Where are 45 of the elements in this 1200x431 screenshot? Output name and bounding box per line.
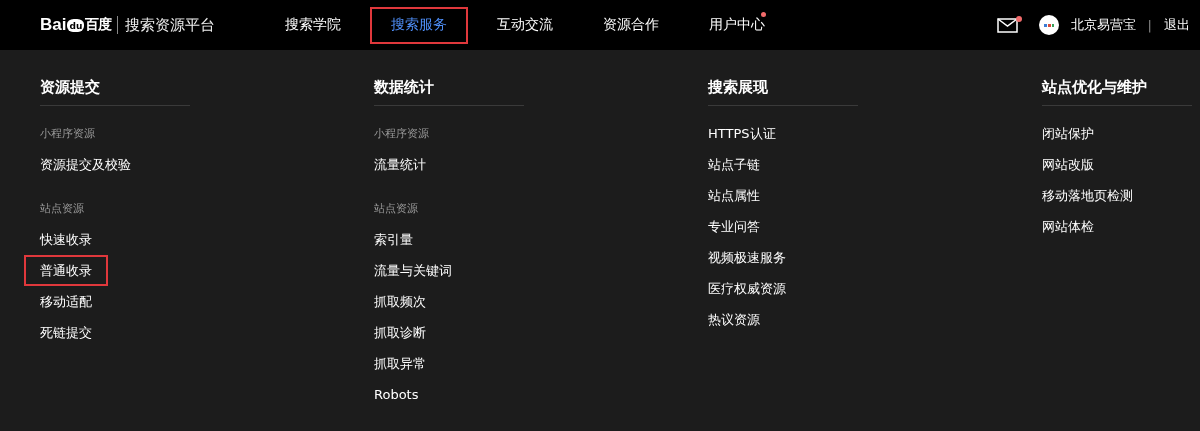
nav-tab[interactable]: 搜索服务: [370, 6, 468, 44]
group-label: 站点资源: [40, 201, 84, 217]
paw-logo: du: [67, 18, 85, 32]
menu-link[interactable]: 快速收录: [40, 224, 92, 255]
menu-link[interactable]: 抓取频次: [374, 286, 426, 317]
separator: |: [1147, 17, 1152, 33]
group-label: 小程序资源: [40, 126, 95, 142]
column-title: 站点优化与维护: [1042, 78, 1192, 106]
logo-text: Bai: [40, 15, 67, 35]
column-title: 数据统计: [374, 78, 524, 106]
avatar-icon[interactable]: [1038, 15, 1059, 35]
menu-link[interactable]: 网站体检: [1042, 211, 1094, 242]
menu-link[interactable]: 视频极速服务: [708, 242, 786, 273]
menu-link[interactable]: 流量统计: [374, 149, 426, 180]
column-title: 资源提交: [40, 78, 190, 106]
column-title: 搜索展现: [708, 78, 858, 106]
group-label: 小程序资源: [374, 126, 429, 142]
logo-text: 百度: [85, 16, 112, 34]
nav-tab[interactable]: 互动交流: [476, 6, 574, 44]
platform-name: 搜索资源平台: [125, 15, 216, 35]
mail-icon[interactable]: [996, 16, 1023, 34]
group-label: 站点资源: [374, 201, 418, 217]
nav-tab[interactable]: 用户中心: [688, 6, 786, 44]
logout-link[interactable]: 退出: [1164, 16, 1190, 34]
menu-link[interactable]: 移动落地页检测: [1042, 180, 1133, 211]
menu-link[interactable]: 闭站保护: [1042, 118, 1094, 149]
menu-link[interactable]: 热议资源: [708, 304, 760, 335]
menu-link[interactable]: 站点子链: [708, 149, 760, 180]
menu-link[interactable]: HTTPS认证: [708, 118, 776, 149]
menu-link[interactable]: 移动适配: [40, 286, 92, 317]
menu-link[interactable]: 流量与关键词: [374, 255, 452, 286]
menu-link[interactable]: 普通收录: [26, 257, 106, 284]
menu-link[interactable]: 抓取异常: [374, 348, 426, 379]
user-name[interactable]: 北京易营宝: [1070, 16, 1136, 34]
menu-link[interactable]: 医疗权威资源: [708, 273, 786, 304]
menu-link[interactable]: 资源提交及校验: [40, 149, 131, 180]
menu-link[interactable]: 网站改版: [1042, 149, 1094, 180]
nav-tab[interactable]: 资源合作: [582, 6, 680, 44]
menu-link[interactable]: 抓取诊断: [374, 317, 426, 348]
menu-link[interactable]: 专业问答: [708, 211, 760, 242]
nav-tab[interactable]: 搜索学院: [264, 6, 362, 44]
menu-link[interactable]: Robots: [374, 379, 419, 410]
menu-link[interactable]: 站点属性: [708, 180, 760, 211]
menu-link[interactable]: 索引量: [374, 224, 413, 255]
menu-link[interactable]: 死链提交: [40, 317, 92, 348]
